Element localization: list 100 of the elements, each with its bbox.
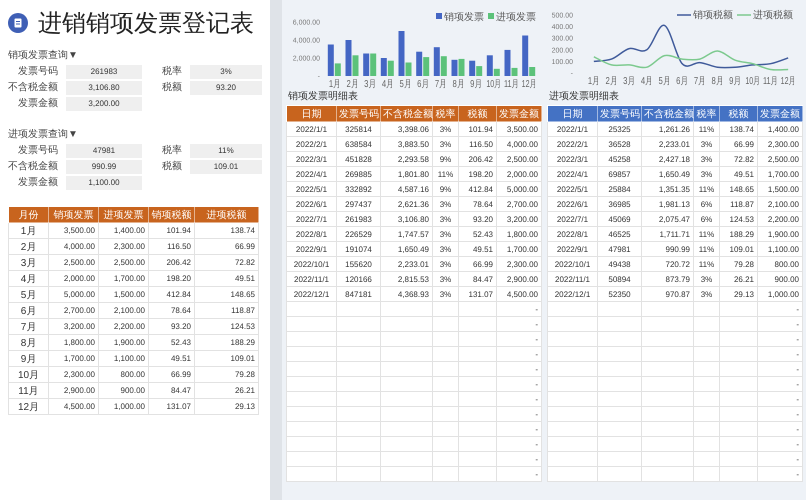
table-cell: - bbox=[496, 362, 542, 376]
axis-label: 2月 bbox=[346, 79, 362, 90]
axis-label: 7月 bbox=[694, 76, 710, 87]
table-cell: 847181 bbox=[336, 286, 380, 302]
table-cell: 3% bbox=[432, 242, 458, 256]
table-cell: 93.20 bbox=[148, 318, 194, 334]
field-label: 税额 bbox=[161, 81, 183, 95]
section-label[interactable]: 进项发票查询▼ bbox=[8, 127, 262, 141]
table-cell: 269885 bbox=[336, 166, 380, 182]
table-cell: 3,883.50 bbox=[380, 136, 432, 152]
column-header: 税率 bbox=[694, 106, 720, 122]
table-cell: 11% bbox=[432, 166, 458, 182]
table-cell: 10月 bbox=[8, 366, 48, 382]
table-cell: 69857 bbox=[598, 166, 642, 182]
table-cell: 52350 bbox=[598, 286, 642, 302]
table-cell: 2,700.00 bbox=[48, 302, 98, 318]
table-cell: 2022/9/1 bbox=[548, 242, 598, 256]
table-cell: 2022/7/1 bbox=[548, 212, 598, 226]
axis-label: 9月 bbox=[470, 79, 486, 90]
table-cell: 1,100.00 bbox=[758, 242, 802, 256]
table-cell: 800.00 bbox=[758, 256, 802, 272]
table-cell: 2,100.00 bbox=[98, 302, 148, 318]
table-cell: 2,815.53 bbox=[380, 272, 432, 286]
table-cell: 451828 bbox=[336, 152, 380, 166]
table-cell: 118.87 bbox=[720, 196, 758, 212]
table-cell: 116.50 bbox=[458, 136, 496, 152]
table-cell: 26.21 bbox=[194, 382, 258, 398]
axis-label: 4月 bbox=[382, 79, 398, 90]
field-value: 261983 bbox=[66, 65, 142, 79]
table-cell: 1,100.00 bbox=[98, 350, 148, 366]
table-cell: 2,100.00 bbox=[758, 196, 802, 212]
table-cell: 873.79 bbox=[642, 272, 694, 286]
table-cell: - bbox=[496, 452, 542, 466]
column-header: 销项税额 bbox=[148, 206, 194, 222]
table-cell: 4,000.00 bbox=[496, 136, 542, 152]
table-cell: 3,200.00 bbox=[48, 318, 98, 334]
table-cell: 5月 bbox=[8, 286, 48, 302]
table-cell: 2,300.00 bbox=[98, 238, 148, 254]
table-cell: 36528 bbox=[598, 136, 642, 152]
table-cell: 93.20 bbox=[458, 212, 496, 226]
table-cell: 2,233.01 bbox=[380, 256, 432, 272]
column-header: 不含税金额 bbox=[642, 106, 694, 122]
column-header: 发票号码 bbox=[598, 106, 642, 122]
table-cell: 2022/9/1 bbox=[286, 242, 336, 256]
table-cell: 3,398.06 bbox=[380, 122, 432, 136]
table-cell: 148.65 bbox=[194, 286, 258, 302]
table-cell: 2022/2/1 bbox=[548, 136, 598, 152]
table-cell: 8月 bbox=[8, 334, 48, 350]
field-label: 发票金额 bbox=[17, 176, 59, 190]
axis-label: 8月 bbox=[452, 79, 468, 90]
table-cell: 9月 bbox=[8, 350, 48, 366]
legend-item: 销项税额 bbox=[677, 10, 733, 21]
table-cell: 900.00 bbox=[98, 382, 148, 398]
table-cell: 261983 bbox=[336, 212, 380, 226]
table-cell: 1,700.00 bbox=[48, 350, 98, 366]
table-cell: 412.84 bbox=[458, 182, 496, 196]
table-cell: 1,650.49 bbox=[380, 242, 432, 256]
column-header: 税率 bbox=[432, 106, 458, 122]
section-label[interactable]: 销项发票查询▼ bbox=[8, 48, 262, 62]
table-cell: 101.94 bbox=[458, 122, 496, 136]
column-header: 销项发票 bbox=[48, 206, 98, 222]
table-cell: 1,900.00 bbox=[98, 334, 148, 350]
table-cell: 3% bbox=[694, 166, 720, 182]
table-cell: 72.82 bbox=[194, 254, 258, 270]
table-cell: 72.82 bbox=[720, 152, 758, 166]
table-cell: 332892 bbox=[336, 182, 380, 196]
column-header: 进项税额 bbox=[194, 206, 258, 222]
table-cell: 990.99 bbox=[642, 242, 694, 256]
table-cell: - bbox=[758, 302, 802, 316]
table-cell: 52.43 bbox=[148, 334, 194, 350]
table-cell: 45069 bbox=[598, 212, 642, 226]
table-cell: 226529 bbox=[336, 226, 380, 242]
table-cell: 3% bbox=[432, 136, 458, 152]
table-cell: 2,300.00 bbox=[758, 136, 802, 152]
axis-label: 12月 bbox=[522, 79, 541, 90]
table-cell: 26.21 bbox=[720, 272, 758, 286]
table-cell: 2022/11/1 bbox=[548, 272, 598, 286]
table-cell: 50894 bbox=[598, 272, 642, 286]
table-cell: - bbox=[496, 466, 542, 482]
table-cell: 2022/8/1 bbox=[548, 226, 598, 242]
table-cell: 2022/10/1 bbox=[548, 256, 598, 272]
table-cell: 138.74 bbox=[720, 122, 758, 136]
table-cell: 3% bbox=[432, 226, 458, 242]
table-cell: 188.29 bbox=[720, 226, 758, 242]
table-cell: 720.72 bbox=[642, 256, 694, 272]
table-cell: - bbox=[758, 316, 802, 332]
table-cell: 12月 bbox=[8, 398, 48, 414]
field-label: 发票金额 bbox=[17, 97, 59, 111]
field-label: 发票号码 bbox=[17, 65, 59, 79]
table-title: 进项发票明细表 bbox=[549, 91, 620, 103]
table-cell: 2022/4/1 bbox=[548, 166, 598, 182]
table-cell: 4,500.00 bbox=[496, 286, 542, 302]
table-cell: 2022/3/1 bbox=[286, 152, 336, 166]
table-cell: 5,000.00 bbox=[496, 182, 542, 196]
table-cell: 2,500.00 bbox=[758, 152, 802, 166]
table-cell: 1,900.00 bbox=[758, 226, 802, 242]
table-cell: 3% bbox=[694, 286, 720, 302]
table-cell: 1,500.00 bbox=[758, 182, 802, 196]
table-cell: 49.51 bbox=[148, 350, 194, 366]
table-cell: 2,293.58 bbox=[380, 152, 432, 166]
